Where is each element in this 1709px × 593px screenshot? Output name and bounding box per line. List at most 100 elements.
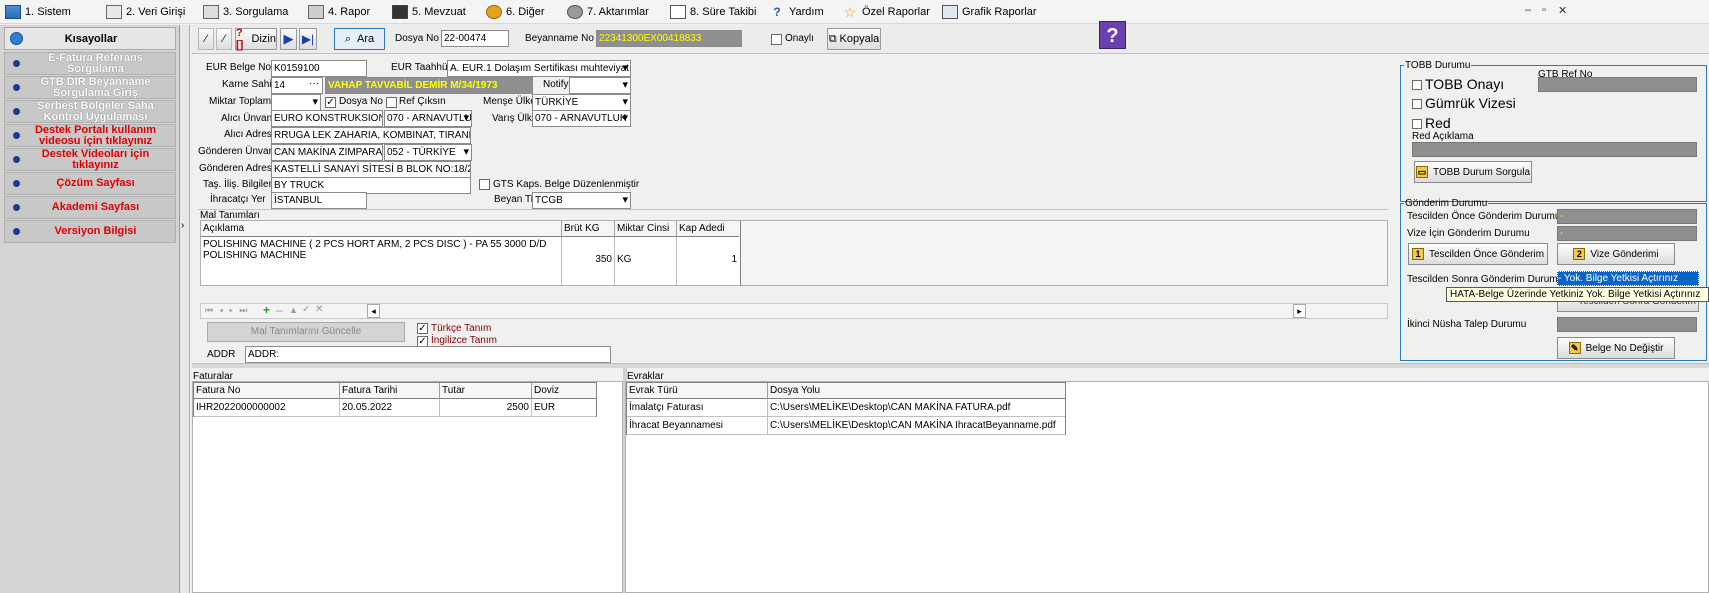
dizin-button[interactable]: ?[] Dizin [235,27,277,51]
beyanname-no-input[interactable]: 22341300EX00418833 [596,30,742,47]
fatura-no-cell[interactable]: IHR2022000000002 [194,399,340,417]
mense-ulke-select[interactable]: TÜRKİYE [532,94,631,111]
red-checkbox[interactable] [1412,119,1422,129]
alici-unvan-input[interactable]: EURO KONSTRUKSION 2( [271,110,383,127]
gts-checkbox[interactable] [479,179,490,190]
veri-girisi-icon [106,5,122,19]
menu-grafik-raporlar[interactable]: Grafik Raporlar [942,5,1037,19]
column-header[interactable]: Brüt KG [562,221,615,237]
ara-button[interactable]: ⌕ Ara [334,28,385,50]
evrak-yol-cell[interactable]: C:\Users\MELİKE\Desktop\CAN MAKİNA Ihrac… [768,417,1065,435]
up-icon[interactable]: ▲ [289,305,298,315]
scroll-right-icon[interactable]: ▸ [1293,304,1306,318]
mal-guncelle-button[interactable]: Mal Tanımlarını Güncelle [207,322,405,342]
tescil-once-label: Tescilden Önce Gönderim Durumu [1407,211,1561,222]
fatura-tutar-cell[interactable]: 2500 [440,399,532,417]
notify-select[interactable] [569,77,631,94]
beyan-tipi-select[interactable]: TCGB [532,192,631,209]
close-icon[interactable]: ✕ [1558,4,1567,17]
restore-icon[interactable]: ▫ [1542,4,1546,16]
sidebar-item-destek-portali[interactable]: Destek Portalı kullanım videosu için tık… [4,124,176,147]
menu-rapor[interactable]: 4. Rapor [308,5,370,19]
menu-yardim[interactable]: ? Yardım [769,5,823,19]
mal-miktar-cinsi-cell[interactable]: KG [615,237,677,285]
ref-ciksin-checkbox[interactable] [386,97,397,108]
column-header[interactable]: Doviz [532,383,596,399]
gonderen-ulke-select[interactable]: 052 - TÜRKİYE [384,144,472,161]
edit-icon[interactable]: ⁄ [216,28,232,50]
mal-kap-adedi-cell[interactable]: 1 [677,237,739,285]
cancel-icon[interactable]: ✕ [315,304,323,315]
next-record-button[interactable]: ▶ [280,28,297,50]
sidebar-splitter[interactable]: › [180,25,190,593]
sidebar-item-cozum[interactable]: Çözüm Sayfası [4,172,176,195]
column-header[interactable]: Fatura Tarihi [340,383,440,399]
fatura-doviz-cell[interactable]: EUR [532,399,596,417]
turkce-checkbox[interactable]: ✓ [417,323,428,334]
miktar-toplami-select[interactable] [271,94,321,111]
gonderen-unvan-input[interactable]: CAN MAKİNA ZIMPARA M/ [271,144,383,161]
evrak-yol-cell[interactable]: C:\Users\MELİKE\Desktop\CAN MAKİNA FATUR… [768,399,1065,417]
delete-record-icon[interactable]: – [276,303,283,317]
sidebar-item-versiyon[interactable]: Versiyon Bilgisi [4,220,176,243]
tobb-onay-checkbox[interactable] [1412,80,1422,90]
add-record-icon[interactable]: + [263,303,270,317]
sidebar-item-destek-videolari[interactable]: Destek Videoları için tıklayınız [4,148,176,171]
column-header[interactable]: Kap Adedi [677,221,739,237]
fatura-tarih-cell[interactable]: 20.05.2022 [340,399,440,417]
column-header[interactable]: Tutar [440,383,532,399]
bullet-icon [13,108,20,115]
evrak-tur-cell[interactable]: İmalatçı Faturası [627,399,768,417]
addr-input[interactable]: ADDR: [245,346,611,363]
gumruk-vizesi-checkbox[interactable] [1412,99,1422,109]
menu-sure-takibi[interactable]: 8. Süre Takibi [670,5,756,19]
kopyala-button[interactable]: ⧉ Kopyala [827,28,881,50]
ihracatci-yer-input[interactable]: İSTANBUL [271,192,367,209]
menu-mevzuat[interactable]: 5. Mevzuat [392,5,466,19]
eur-taahhut-select[interactable]: A. EUR.1 Dolaşım Sertifikası muhteviyatı… [447,60,631,77]
scroll-left-icon[interactable]: ◂ [367,304,380,318]
tescil-once-gonderim-button[interactable]: 1 Tescilden Önce Gönderim [1408,243,1548,265]
new-icon[interactable]: ⁄ [198,28,214,50]
column-header[interactable]: Evrak Türü [627,383,768,399]
sidebar-item-efatura[interactable]: E-Fatura Referans Sorgulama [4,52,176,75]
error-tooltip: HATA-Belge Üzerinde Yetkiniz Yok. Bilge … [1446,287,1709,302]
alici-adres-input[interactable]: RRUGA LEK ZAHARIA, KOMBINAT, TIRANE- ALE [271,127,471,144]
menu-sistem[interactable]: 1. Sistem [5,5,71,19]
sidebar-item-gtb-dir[interactable]: GTB DIR Beyanname Sorgulama Giriş [4,76,176,99]
gonderen-adres-input[interactable]: KASTELLİ SANAYİ SİTESİ B BLOK NO:18/26 Y… [271,161,471,178]
mal-brut-kg-cell[interactable]: 350 [562,237,615,285]
vize-icin-field: - [1557,226,1697,241]
lookup-icon[interactable]: ··· [309,78,319,89]
menu-aktarimlar[interactable]: 7. Aktarımlar [567,5,649,19]
sidebar-item-serbest-bolgeler[interactable]: Serbest Bölgeler Saha Kontrol Uygulaması [4,100,176,123]
tobb-durum-sorgula-button[interactable]: ▭ TOBB Durum Sorgula [1414,161,1532,183]
last-record-button[interactable]: ▶| [299,28,317,50]
dosya-no-input[interactable]: 22-00474 [441,30,509,47]
post-icon[interactable]: ✓ [302,304,310,315]
menu-diger[interactable]: 6. Diğer [486,5,545,19]
belge-no-degistir-button[interactable]: ✎ Belge No Değiştir [1557,337,1675,359]
menu-ozel-raporlar[interactable]: ☆ Özel Raporlar [842,5,930,19]
mal-aciklama-cell[interactable]: POLISHING MACHINE ( 2 PCS HORT ARM, 2 PC… [201,237,562,285]
horizontal-splitter[interactable] [192,363,1709,368]
onayli-checkbox[interactable] [771,34,782,45]
nav-arrows-icon[interactable]: ⏮◂▸⏭ [205,305,253,316]
varis-ulke-select[interactable]: 070 - ARNAVUTLUK [532,110,631,127]
menu-sorgulama[interactable]: 3. Sorgulama [203,5,288,19]
miktar-toplami-label: Miktar Toplamı [209,96,274,107]
evrak-tur-cell[interactable]: İhracat Beyannamesi [627,417,768,435]
menu-veri-girisi[interactable]: 2. Veri Girişi [106,5,185,19]
shortcuts-sidebar: Kısayollar E-Fatura Referans Sorgulama G… [0,25,180,593]
column-header[interactable]: Fatura No [194,383,340,399]
vize-gonderimi-button[interactable]: 2 Vize Gönderimi [1557,243,1675,265]
minimize-icon[interactable]: – [1525,4,1531,16]
eur-belge-no-input[interactable]: K0159100 [271,60,367,77]
help-button[interactable]: ? [1099,21,1126,49]
sidebar-item-akademi[interactable]: Akademi Sayfası [4,196,176,219]
column-header[interactable]: Dosya Yolu [768,383,1065,399]
dosya-no-checkbox[interactable]: ✓ [325,97,336,108]
column-header[interactable]: Miktar Cinsi [615,221,677,237]
alici-ulke-select[interactable]: 070 - ARNAVUTLU [384,110,472,127]
column-header[interactable]: Açıklama [201,221,562,237]
